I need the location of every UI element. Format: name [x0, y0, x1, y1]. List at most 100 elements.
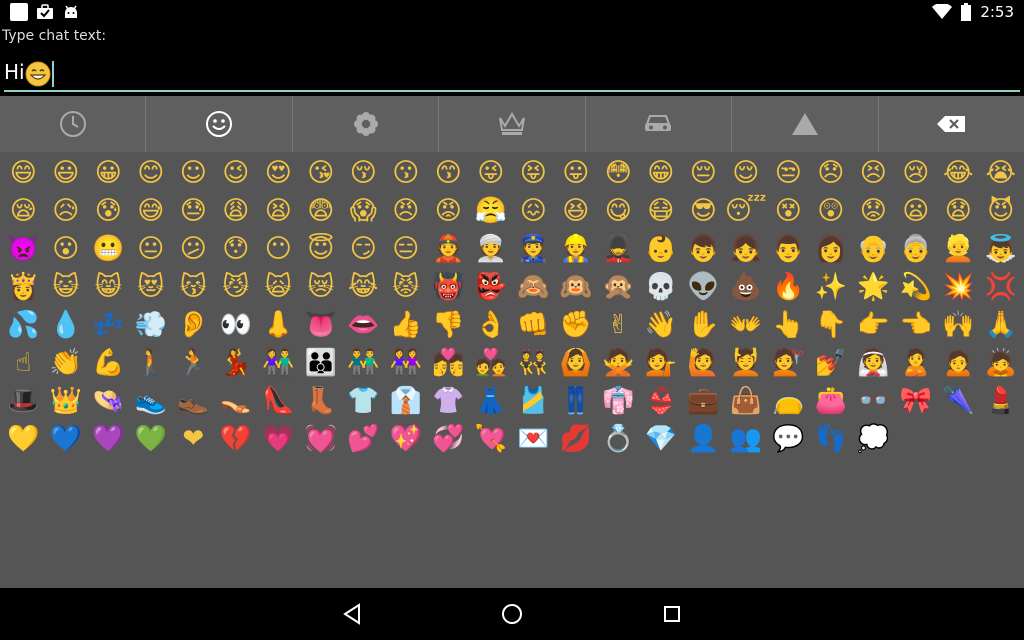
emoji-key[interactable]: 😞 — [810, 154, 853, 192]
emoji-key[interactable]: 😚 — [342, 154, 385, 192]
emoji-key[interactable]: 🎀 — [895, 382, 938, 420]
emoji-key[interactable]: 👡 — [215, 382, 258, 420]
emoji-key[interactable]: 😤 — [470, 192, 513, 230]
emoji-key[interactable]: 👄 — [342, 306, 385, 344]
emoji-key[interactable]: 💌 — [512, 420, 555, 458]
emoji-key[interactable]: 💄 — [980, 382, 1023, 420]
emoji-key[interactable]: 👗 — [470, 382, 513, 420]
emoji-key[interactable]: 😨 — [300, 192, 343, 230]
emoji-key[interactable]: 👠 — [257, 382, 300, 420]
emoji-key[interactable]: 👹 — [427, 268, 470, 306]
emoji-key[interactable]: 😮 — [45, 230, 88, 268]
emoji-key[interactable]: 😖 — [512, 192, 555, 230]
emoji-key[interactable]: 😉 — [215, 154, 258, 192]
emoji-key[interactable]: 😧 — [937, 192, 980, 230]
emoji-key[interactable]: 💫 — [895, 268, 938, 306]
emoji-key[interactable]: 😱 — [342, 192, 385, 230]
emoji-key[interactable]: 😏 — [342, 230, 385, 268]
emoji-key[interactable]: 💇 — [767, 344, 810, 382]
emoji-key[interactable]: 😭 — [980, 154, 1023, 192]
emoji-key[interactable]: 👉 — [852, 306, 895, 344]
emoji-key[interactable]: 😶 — [257, 230, 300, 268]
emoji-key[interactable]: 😹 — [342, 268, 385, 306]
emoji-key[interactable]: 💃 — [215, 344, 258, 382]
emoji-key[interactable]: 😄 — [2, 154, 45, 192]
emoji-key[interactable]: 👎 — [427, 306, 470, 344]
emoji-key[interactable]: 🏃 — [172, 344, 215, 382]
emoji-key[interactable]: 👝 — [767, 382, 810, 420]
emoji-key[interactable]: 💧 — [45, 306, 88, 344]
emoji-key[interactable]: ❤ — [172, 420, 215, 458]
emoji-key[interactable]: 🙇 — [980, 344, 1023, 382]
tab-objects[interactable] — [439, 96, 586, 152]
emoji-key[interactable]: 😔 — [682, 154, 725, 192]
emoji-key[interactable]: 👽 — [682, 268, 725, 306]
emoji-key[interactable]: 👷 — [555, 230, 598, 268]
emoji-key[interactable]: 👚 — [427, 382, 470, 420]
emoji-key[interactable]: 👆 — [767, 306, 810, 344]
emoji-key[interactable]: 👐 — [725, 306, 768, 344]
emoji-key[interactable]: 🔥 — [767, 268, 810, 306]
emoji-key[interactable]: 👙 — [640, 382, 683, 420]
emoji-key[interactable]: 👸 — [2, 268, 45, 306]
emoji-key[interactable]: 😋 — [597, 192, 640, 230]
emoji-key[interactable]: 👶 — [640, 230, 683, 268]
emoji-key[interactable]: 😐 — [130, 230, 173, 268]
emoji-key[interactable]: 😑 — [385, 230, 428, 268]
emoji-key[interactable]: 😯 — [215, 230, 258, 268]
emoji-key[interactable]: 👯 — [512, 344, 555, 382]
emoji-key[interactable]: 💔 — [215, 420, 258, 458]
backspace-key[interactable] — [879, 96, 1024, 152]
back-button[interactable] — [332, 594, 372, 634]
emoji-key[interactable]: 💏 — [427, 344, 470, 382]
emoji-key[interactable]: 💖 — [385, 420, 428, 458]
emoji-key[interactable]: 👣 — [810, 420, 853, 458]
emoji-key[interactable]: 😣 — [852, 154, 895, 192]
emoji-key[interactable]: 🙆 — [555, 344, 598, 382]
emoji-key[interactable]: 🙋 — [682, 344, 725, 382]
emoji-key[interactable]: 💍 — [597, 420, 640, 458]
emoji-key[interactable]: 👲 — [427, 230, 470, 268]
tab-recent[interactable] — [0, 96, 147, 152]
emoji-key[interactable]: 👼 — [980, 230, 1023, 268]
recents-button[interactable] — [652, 594, 692, 634]
emoji-key[interactable]: 💭 — [852, 420, 895, 458]
emoji-key[interactable]: 😡 — [427, 192, 470, 230]
emoji-key[interactable]: 💢 — [980, 268, 1023, 306]
emoji-key[interactable]: 👺 — [470, 268, 513, 306]
emoji-key[interactable]: 🙌 — [937, 306, 980, 344]
emoji-key[interactable]: 👥 — [725, 420, 768, 458]
emoji-key[interactable]: 😦 — [895, 192, 938, 230]
chat-text-input[interactable]: Hi — [4, 52, 1020, 92]
emoji-key[interactable]: 👓 — [852, 382, 895, 420]
emoji-key[interactable]: 🙎 — [895, 344, 938, 382]
emoji-key[interactable]: 😀 — [87, 154, 130, 192]
emoji-key[interactable]: 💞 — [427, 420, 470, 458]
emoji-key[interactable]: 👍 — [385, 306, 428, 344]
emoji-key[interactable]: 💘 — [470, 420, 513, 458]
tab-people[interactable] — [146, 96, 293, 152]
emoji-key[interactable]: 👫 — [257, 344, 300, 382]
emoji-key[interactable]: 👈 — [895, 306, 938, 344]
emoji-key[interactable]: 💓 — [300, 420, 343, 458]
tab-nature[interactable] — [293, 96, 440, 152]
emoji-key[interactable]: 👧 — [725, 230, 768, 268]
emoji-key[interactable]: 👒 — [87, 382, 130, 420]
emoji-key[interactable]: 😩 — [215, 192, 258, 230]
emoji-key[interactable]: ✌ — [597, 306, 640, 344]
emoji-key[interactable]: 🚶 — [130, 344, 173, 382]
emoji-key[interactable]: 😰 — [87, 192, 130, 230]
emoji-key[interactable]: 😫 — [257, 192, 300, 230]
emoji-key[interactable]: 💁 — [640, 344, 683, 382]
emoji-key[interactable]: 😲 — [810, 192, 853, 230]
emoji-key[interactable]: 💎 — [640, 420, 683, 458]
emoji-key[interactable]: 😾 — [385, 268, 428, 306]
emoji-key[interactable]: 😥 — [45, 192, 88, 230]
emoji-key[interactable]: 🙍 — [937, 344, 980, 382]
emoji-key[interactable]: 😠 — [385, 192, 428, 230]
emoji-key[interactable]: 👩 — [810, 230, 853, 268]
emoji-key[interactable]: 👭 — [385, 344, 428, 382]
emoji-key[interactable]: 👬 — [342, 344, 385, 382]
emoji-key[interactable]: 😴 — [725, 192, 768, 230]
emoji-key[interactable]: 👮 — [512, 230, 555, 268]
